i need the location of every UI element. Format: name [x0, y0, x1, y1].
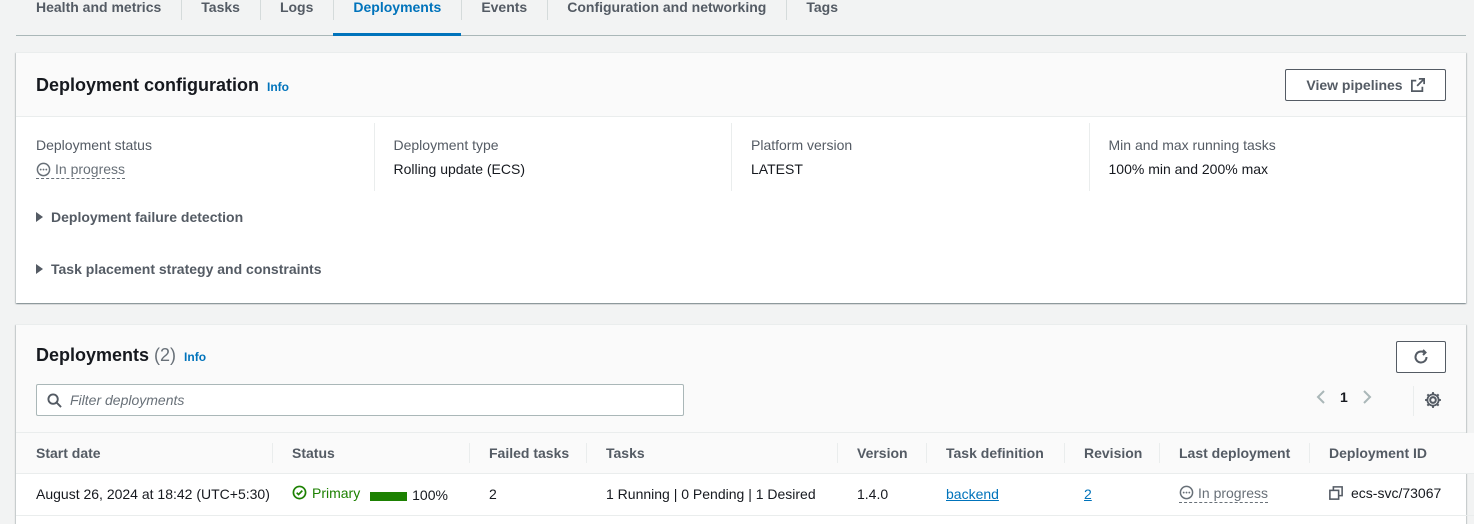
status-in-progress[interactable]: In progress	[36, 161, 126, 179]
info-link[interactable]: Info	[267, 80, 289, 94]
status-text: In progress	[55, 161, 126, 177]
deployments-panel: Deployments (2) Info 1 Start date Status…	[16, 324, 1474, 524]
info-link[interactable]: Info	[184, 350, 206, 364]
expander-label: Deployment failure detection	[51, 209, 244, 225]
deployments-table: Start date Status Failed tasks Tasks Ver…	[16, 433, 1474, 516]
status-primary: Primary	[292, 485, 360, 501]
column-revision[interactable]: Revision	[1064, 433, 1159, 474]
progress-fill	[370, 492, 408, 502]
status-text: In progress	[1198, 484, 1269, 501]
cell-tasks: 1 Running | 0 Pending | 1 Desired	[586, 473, 837, 516]
tab-tasks[interactable]: Tasks	[181, 0, 260, 35]
column-last-deployment[interactable]: Last deployment	[1159, 433, 1309, 474]
cell-last-deployment: In progress	[1159, 473, 1309, 516]
cell-revision: 2	[1064, 473, 1159, 516]
copy-icon[interactable]	[1329, 486, 1343, 500]
panel-header: Deployments (2) Info 1	[16, 325, 1466, 433]
pagination: 1	[1316, 389, 1372, 405]
field-value: Rolling update (ECS)	[393, 161, 526, 177]
tab-label: Events	[481, 0, 528, 15]
refresh-button[interactable]	[1396, 341, 1446, 373]
table-header-row: Start date Status Failed tasks Tasks Ver…	[16, 433, 1474, 474]
refresh-icon	[1414, 349, 1428, 364]
field-label: Deployment type	[393, 137, 499, 153]
field-value: 100% min and 200% max	[1108, 161, 1269, 177]
page-number[interactable]: 1	[1340, 389, 1348, 405]
caret-right-icon	[36, 212, 43, 222]
field-deployment-status: Deployment status In progress	[16, 117, 374, 195]
panel-title: Deployments (2) Info	[36, 345, 206, 366]
tab-bar: Health and metrics Tasks Logs Deployment…	[16, 0, 1466, 36]
expander-deployment-failure-detection[interactable]: Deployment failure detection	[36, 209, 243, 225]
revision-link[interactable]: 2	[1084, 486, 1092, 502]
column-start-date[interactable]: Start date	[16, 433, 272, 474]
in-progress-icon	[1179, 485, 1194, 500]
column-status[interactable]: Status	[272, 433, 469, 474]
progress-bar	[370, 492, 408, 502]
cell-start-date: August 26, 2024 at 18:42 (UTC+5:30)	[16, 473, 272, 516]
panel-title: Deployment configuration Info	[36, 75, 289, 96]
in-progress-icon	[36, 162, 51, 176]
deployment-id-text: ecs-svc/73067	[1351, 485, 1442, 501]
cell-task-definition: backend	[926, 473, 1064, 516]
column-version[interactable]: Version	[837, 433, 926, 474]
filter-deployments-input[interactable]	[70, 392, 660, 408]
panel-title-text: Deployments	[36, 345, 150, 365]
config-fields: Deployment status In progress Deployment…	[16, 117, 1466, 195]
column-deployment-id[interactable]: Deployment ID	[1309, 433, 1474, 474]
tab-label: Tasks	[201, 0, 240, 15]
chevron-left-icon[interactable]	[1316, 389, 1326, 405]
field-label: Platform version	[751, 137, 853, 153]
gear-icon[interactable]	[1424, 391, 1442, 409]
cell-status: Primary 100%	[272, 473, 469, 516]
field-label: Deployment status	[36, 137, 152, 153]
tab-health-and-metrics[interactable]: Health and metrics	[16, 0, 181, 35]
item-count: (2)	[154, 345, 177, 365]
column-failed-tasks[interactable]: Failed tasks	[469, 433, 586, 474]
status-text: Primary	[312, 484, 361, 501]
external-link-icon	[1410, 78, 1425, 92]
tab-label: Tags	[806, 0, 838, 15]
expander-label: Task placement strategy and constraints	[51, 261, 322, 277]
field-min-max-tasks: Min and max running tasks 100% min and 2…	[1088, 117, 1447, 195]
cell-deployment-id: ecs-svc/73067	[1309, 473, 1474, 516]
cell-failed-tasks: 2	[469, 473, 586, 516]
view-pipelines-button[interactable]: View pipelines	[1285, 69, 1446, 101]
panel-header: Deployment configuration Info View pipeli…	[16, 53, 1466, 117]
field-label: Min and max running tasks	[1108, 137, 1276, 153]
panel-title-text: Deployment configuration	[36, 75, 260, 95]
field-deployment-type: Deployment type Rolling update (ECS)	[373, 117, 732, 195]
tab-label: Configuration and networking	[567, 0, 767, 15]
field-platform-version: Platform version LATEST	[731, 117, 1089, 195]
cell-version: 1.4.0	[837, 473, 926, 516]
filter-input-wrapper	[36, 384, 684, 416]
tab-tags[interactable]: Tags	[786, 0, 858, 35]
deployment-id: ecs-svc/73067	[1329, 485, 1441, 501]
column-task-definition[interactable]: Task definition	[926, 433, 1064, 474]
progress-percent: 100%	[412, 487, 448, 504]
column-tasks[interactable]: Tasks	[586, 433, 837, 474]
expander-task-placement[interactable]: Task placement strategy and constraints	[36, 261, 322, 277]
deployment-configuration-panel: Deployment configuration Info View pipeli…	[16, 52, 1466, 303]
table-row: August 26, 2024 at 18:42 (UTC+5:30) Prim…	[16, 473, 1474, 516]
tab-logs[interactable]: Logs	[259, 0, 333, 35]
tab-label: Health and metrics	[36, 0, 162, 15]
status-in-progress[interactable]: In progress	[1179, 484, 1269, 503]
chevron-right-icon[interactable]	[1362, 389, 1372, 405]
search-icon	[47, 392, 62, 408]
caret-right-icon	[36, 264, 43, 274]
success-check-icon	[292, 485, 307, 500]
tab-events[interactable]: Events	[461, 0, 547, 35]
field-value: LATEST	[751, 161, 803, 177]
tab-label: Logs	[279, 0, 314, 15]
tab-label: Deployments	[353, 0, 442, 15]
view-pipelines-label: View pipelines	[1306, 77, 1403, 93]
field-value: In progress	[36, 161, 374, 180]
tab-configuration-and-networking[interactable]: Configuration and networking	[547, 0, 786, 35]
task-definition-link[interactable]: backend	[946, 486, 999, 502]
divider	[1413, 386, 1414, 416]
tab-deployments[interactable]: Deployments	[333, 0, 462, 36]
